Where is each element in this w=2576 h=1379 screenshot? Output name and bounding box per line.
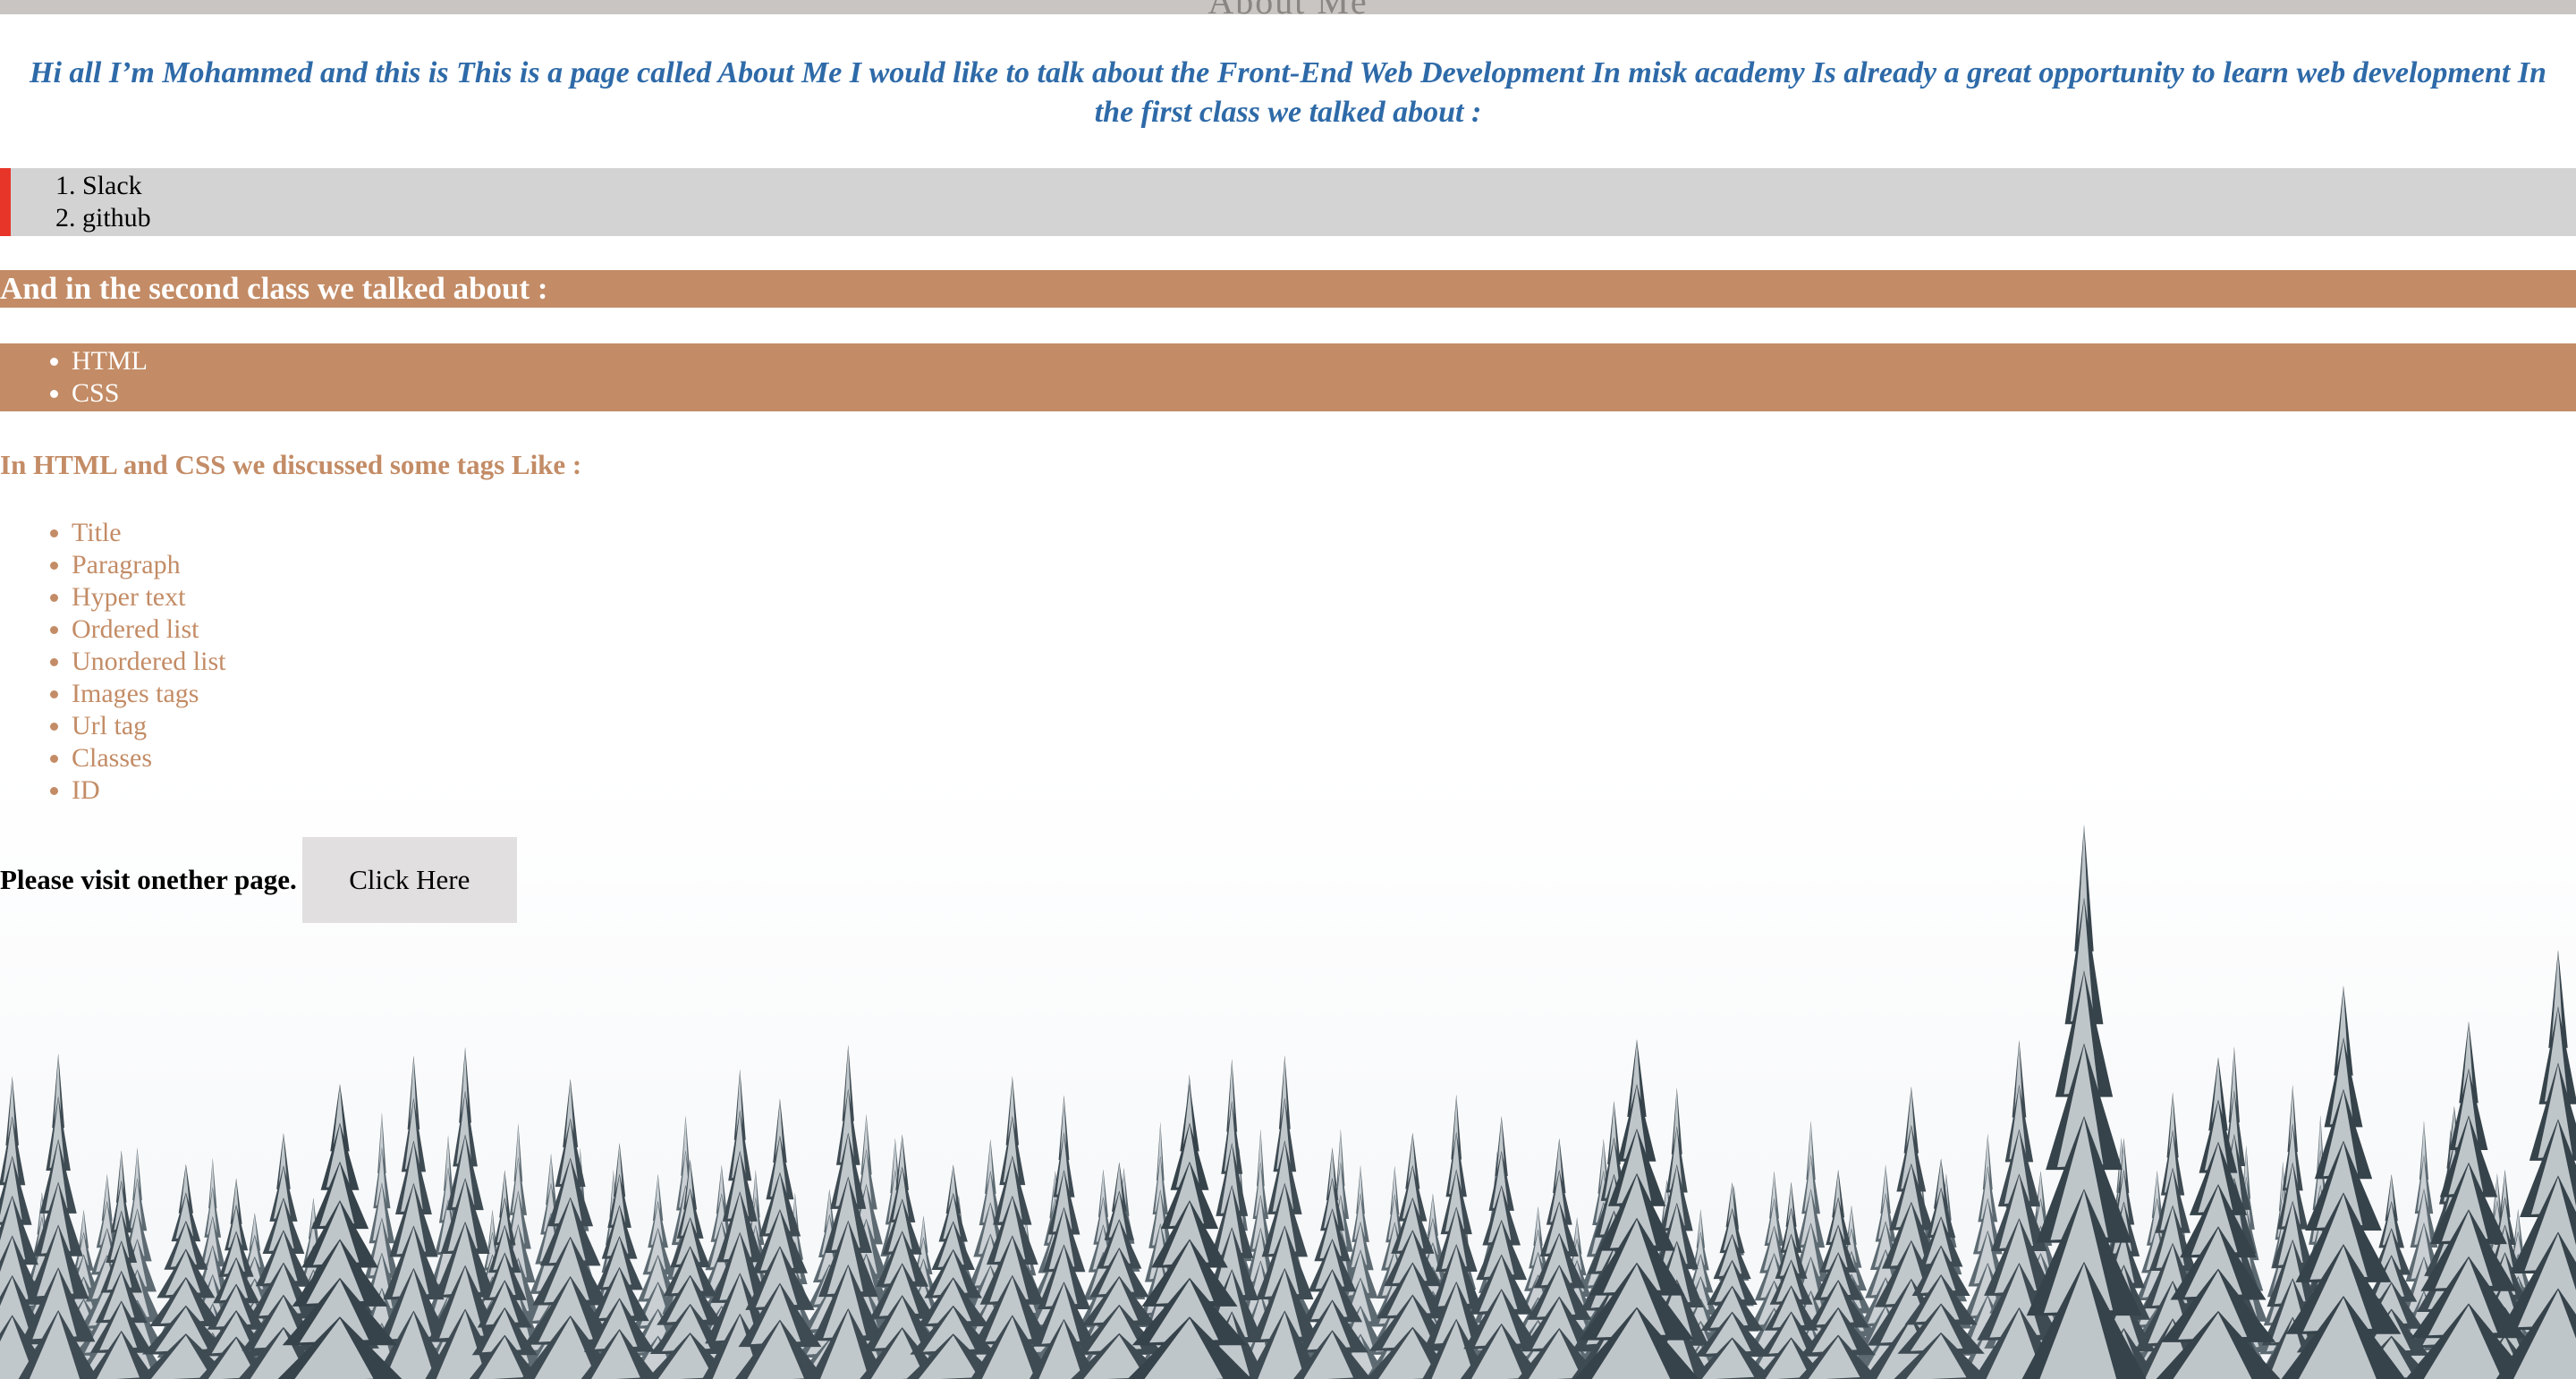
visit-text: Please visit onether page. [0,864,297,895]
click-here-button[interactable]: Click Here [301,837,517,923]
second-class-list: HTML CSS [0,343,2576,411]
list-item: HTML [72,345,2576,377]
list-item: Slack [82,170,2576,202]
page: About Me Hi all I’m Mohammed and this is… [0,0,2576,1379]
intro-paragraph: Hi all I’m Mohammed and this is This is … [30,56,2546,129]
list-item: Ordered list [72,613,2576,646]
second-class-heading: And in the second class we talked about … [0,270,2576,308]
list-item: Classes [72,742,2576,774]
visit-row: Please visit onether page. Click Here [0,837,2576,923]
list-item: Url tag [72,710,2576,742]
first-class-ordered-list: Slack github [0,168,2576,236]
top-header-bar: About Me [0,0,2576,14]
list-item: Paragraph [72,549,2576,581]
list-item: ID [72,774,2576,807]
list-item: Unordered list [72,646,2576,678]
list-item: CSS [72,377,2576,410]
page-title-partial: About Me [0,0,2576,14]
list-item: Hyper text [72,581,2576,613]
list-item: github [82,202,2576,234]
tags-heading: In HTML and CSS we discussed some tags L… [0,449,582,480]
list-item: Images tags [72,678,2576,710]
tags-list: Title Paragraph Hyper text Ordered list … [0,517,2576,807]
list-item: Title [72,517,2576,549]
